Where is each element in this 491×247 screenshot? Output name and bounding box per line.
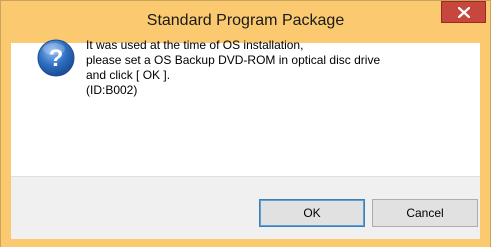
message-line: please set a OS Backup DVD-ROM in optica… <box>86 53 381 67</box>
message-line: and click [ OK ]. <box>86 68 171 82</box>
close-icon <box>458 7 470 18</box>
window-frame-left <box>1 43 11 247</box>
svg-text:?: ? <box>49 45 64 72</box>
cancel-button[interactable]: Cancel <box>372 199 478 227</box>
message-id: (ID:B002) <box>86 83 138 97</box>
close-button[interactable] <box>441 1 486 23</box>
message-text: It was used at the time of OS installati… <box>86 38 456 98</box>
window-frame-right <box>480 43 490 247</box>
window-title: Standard Program Package <box>146 12 345 29</box>
dialog-window: Standard Program Package ? It was used a… <box>0 0 491 247</box>
ok-button[interactable]: OK <box>259 199 365 227</box>
question-icon: ? <box>37 39 75 77</box>
message-line: It was used at the time of OS installati… <box>86 38 304 52</box>
title-bar[interactable]: Standard Program Package <box>1 1 490 43</box>
window-frame-bottom <box>1 239 490 247</box>
